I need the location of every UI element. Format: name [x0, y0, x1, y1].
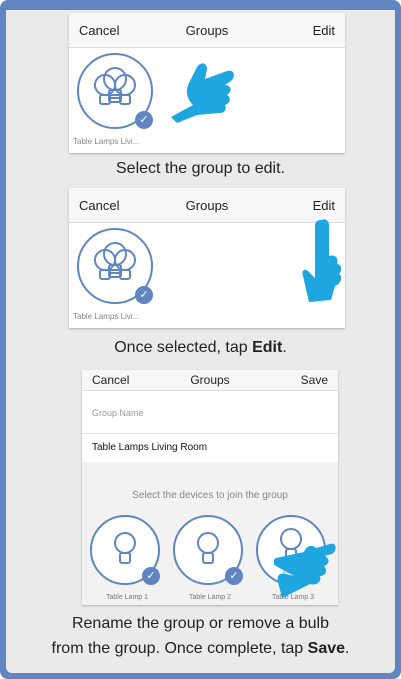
- lamp-label-2: Table Lamp 2: [188, 594, 232, 601]
- instruction-frame: Cancel Groups Edit ✓ Table Lamps Livi...…: [0, 0, 401, 679]
- edit-button[interactable]: Edit: [313, 23, 335, 38]
- screenshot-edit-group: Cancel Groups Save Group Name Table Lamp…: [82, 370, 338, 605]
- caption-step3-line2: from the group. Once complete, tap Save.: [6, 640, 395, 658]
- instruction-panel: Cancel Groups Edit ✓ Table Lamps Livi...…: [6, 0, 395, 673]
- group-tile[interactable]: ✓: [77, 53, 157, 131]
- nav-title: Groups: [185, 198, 229, 213]
- screenshot-tap-edit: Cancel Groups Edit ✓ Table Lamps Livi...: [69, 188, 345, 328]
- group-name-field[interactable]: Table Lamps Living Room: [82, 433, 338, 463]
- pointing-hand-icon: [274, 543, 336, 598]
- pointing-hand-icon: [302, 219, 342, 302]
- nav-bar: Cancel Groups Save: [82, 370, 338, 391]
- checkmark-icon: ✓: [142, 567, 160, 585]
- select-devices-message: Select the devices to join the group: [132, 490, 288, 501]
- group-name-label: Group Name: [92, 408, 144, 418]
- group-tile-label: Table Lamps Livi...: [73, 312, 140, 321]
- edit-button[interactable]: Edit: [313, 198, 335, 213]
- lamp-label-1: Table Lamp 1: [105, 594, 149, 601]
- group-tile[interactable]: ✓: [77, 228, 157, 306]
- caption-period: .: [345, 640, 350, 657]
- checkmark-icon: ✓: [225, 567, 243, 585]
- checkmark-icon: ✓: [135, 111, 153, 129]
- caption-text: from the group. Once complete, tap: [51, 640, 308, 657]
- caption-bold-text: Edit: [252, 339, 283, 356]
- lamp-tile-1[interactable]: ✓: [90, 515, 164, 589]
- nav-title: Groups: [190, 373, 230, 387]
- save-button[interactable]: Save: [301, 373, 328, 387]
- group-tile-label: Table Lamps Livi...: [73, 137, 140, 146]
- checkmark-icon: ✓: [135, 286, 153, 304]
- nav-bar: Cancel Groups Edit: [69, 13, 345, 48]
- nav-title: Groups: [185, 23, 229, 38]
- pointing-hand-icon: [171, 63, 234, 123]
- header-strip: [6, 0, 395, 10]
- caption-step2: Once selected, tap Edit.: [6, 339, 395, 357]
- caption-step3-line1: Rename the group or remove a bulb: [71, 615, 330, 632]
- lamp-tile-2[interactable]: ✓: [173, 515, 247, 589]
- caption-bold-text: Save: [307, 640, 346, 657]
- caption-text: Once selected, tap: [114, 339, 253, 356]
- caption-step1: Select the group to edit.: [116, 160, 285, 177]
- screenshot-select-group: Cancel Groups Edit ✓ Table Lamps Livi...: [69, 13, 345, 153]
- group-name-value: Table Lamps Living Room: [92, 442, 208, 453]
- caption-period: .: [282, 339, 287, 356]
